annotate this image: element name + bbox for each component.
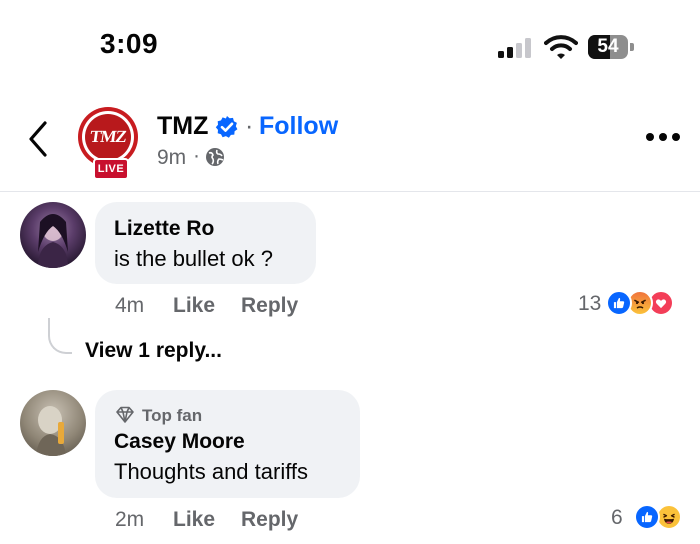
comment-age: 2m [115,508,145,531]
reaction-count[interactable]: 13 [578,292,601,316]
back-chevron-icon[interactable] [26,120,50,158]
reply-thread-line [48,318,72,354]
live-badge: LIVE [93,158,129,180]
commenter-avatar[interactable] [20,202,86,268]
reaction-count[interactable]: 6 [611,506,623,530]
wifi-icon [544,35,578,59]
like-reaction-icon [634,504,660,530]
top-fan-diamond-icon [116,406,134,423]
comment-bubble[interactable]: Lizette Ro is the bullet ok ? [95,202,316,284]
reply-button[interactable]: Reply [241,294,298,318]
comment-bubble[interactable]: Top fan Casey Moore Thoughts and tariffs [95,390,360,498]
cellular-signal-icon [498,38,534,58]
comment-text: Thoughts and tariffs [114,459,309,484]
header-separator: · [245,112,254,140]
reply-button[interactable]: Reply [241,508,298,532]
verified-badge-icon [215,116,238,138]
page-name[interactable]: TMZ [157,112,208,141]
like-button[interactable]: Like [173,294,215,318]
more-options-icon[interactable] [646,133,680,143]
comment-author[interactable]: Lizette Ro [114,217,214,241]
commenter-avatar[interactable] [20,390,86,456]
top-fan-badge: Top fan [142,406,203,425]
battery-icon: 54 [588,35,634,59]
follow-button[interactable]: Follow [259,112,338,141]
globe-icon [206,148,224,166]
like-button[interactable]: Like [173,508,215,532]
comment-text: is the bullet ok ? [114,246,273,271]
battery-percent: 54 [597,36,619,57]
post-age[interactable]: 9m [157,146,186,170]
like-reaction-icon [606,290,632,316]
header-divider [0,191,700,192]
view-replies-link[interactable]: View 1 reply... [85,339,222,363]
comment-age: 4m [115,294,145,317]
tmz-logo: TMZ [88,127,128,146]
status-time: 3:09 [100,28,159,59]
comment-author[interactable]: Casey Moore [114,430,245,454]
reactions-summary[interactable] [606,288,690,318]
reactions-summary[interactable] [634,502,694,532]
time-separator: · [193,144,200,167]
